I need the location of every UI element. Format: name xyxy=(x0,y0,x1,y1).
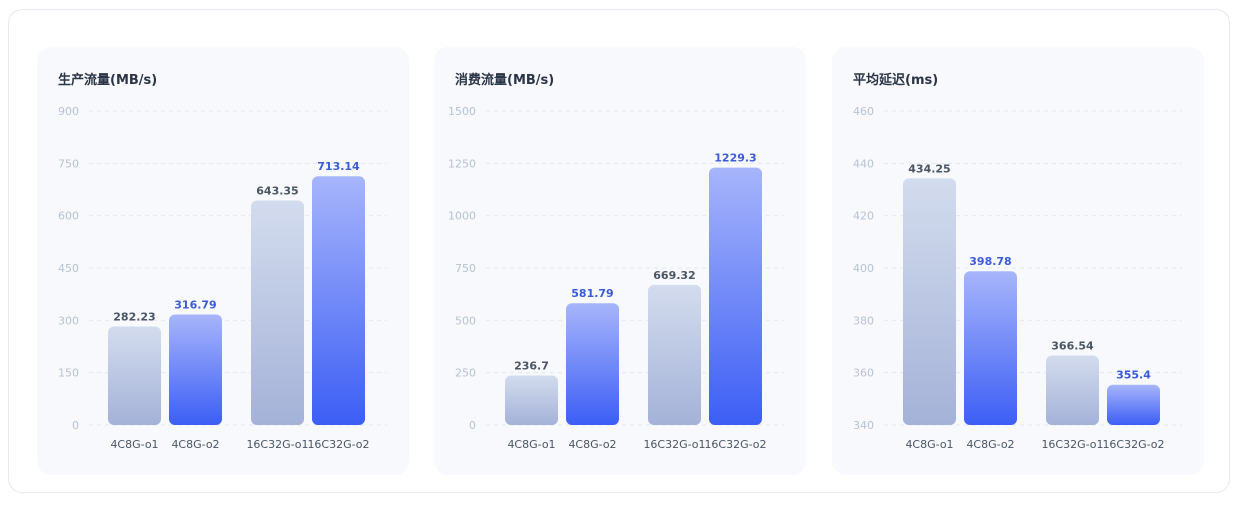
y-tick-label: 1250 xyxy=(448,157,476,170)
y-tick-label: 750 xyxy=(455,262,476,275)
x-tick-label: 4C8G-o1 xyxy=(110,438,158,451)
y-tick-label: 420 xyxy=(853,210,874,223)
chart-produce-throughput: 0 150 300 450 600 750 900 282.23 4C8G-o1 316.79 4C… xyxy=(58,105,387,451)
chart-card-avg-latency: 平均延迟(ms) 340 360 380 400 420 440 460 434.25 4C8G… xyxy=(832,47,1204,475)
y-tick-label: 380 xyxy=(853,314,874,327)
x-tick-label: 16C32G-o2 xyxy=(1102,438,1164,451)
y-tick-label: 0 xyxy=(469,419,476,432)
y-tick-label: 0 xyxy=(72,419,79,432)
x-tick-label: 4C8G-o2 xyxy=(966,438,1014,451)
bar-4c8g-o1[interactable] xyxy=(505,375,558,425)
bar-16c32g-o1[interactable] xyxy=(648,284,701,425)
y-tick-label: 250 xyxy=(455,367,476,380)
chart-card-produce-throughput: 生产流量(MB/s) 0 150 300 450 600 750 900 282.23 4C8G… xyxy=(37,47,409,475)
bar-16c32g-o1[interactable] xyxy=(1046,355,1099,425)
bar-16c32g-o2[interactable] xyxy=(1107,384,1160,425)
x-tick-label: 4C8G-o2 xyxy=(171,438,219,451)
x-tick-label: 4C8G-o1 xyxy=(905,438,953,451)
y-tick-label: 300 xyxy=(58,314,79,327)
x-tick-label: 4C8G-o1 xyxy=(507,438,555,451)
bar-16c32g-o1[interactable] xyxy=(251,200,304,425)
y-tick-label: 360 xyxy=(853,367,874,380)
data-label: 1229.3 xyxy=(714,152,756,165)
data-label: 366.54 xyxy=(1051,340,1094,353)
bar-4c8g-o2[interactable] xyxy=(169,314,222,425)
data-label: 316.79 xyxy=(174,298,216,311)
bar-4c8g-o1[interactable] xyxy=(903,178,956,425)
data-label: 282.23 xyxy=(113,311,155,324)
data-label: 398.78 xyxy=(969,255,1011,268)
x-tick-label: 16C32G-o1 xyxy=(246,438,308,451)
data-label: 669.32 xyxy=(653,269,695,282)
y-tick-label: 1500 xyxy=(448,105,476,118)
y-tick-label: 1000 xyxy=(448,210,476,223)
data-label: 355.4 xyxy=(1116,369,1151,382)
data-label: 713.14 xyxy=(317,160,360,173)
x-tick-label: 16C32G-o2 xyxy=(307,438,369,451)
y-tick-label: 450 xyxy=(58,262,79,275)
x-tick-label: 16C32G-o2 xyxy=(704,438,766,451)
x-tick-label: 16C32G-o1 xyxy=(1041,438,1103,451)
chart-consume-throughput: 0 250 500 750 1000 1250 1500 236.7 4C8G-o1 581.79… xyxy=(448,105,784,451)
charts-panel: 生产流量(MB/s) 0 150 300 450 600 750 900 282.23 4C8G… xyxy=(8,9,1230,493)
y-tick-label: 150 xyxy=(58,367,79,380)
bar-4c8g-o2[interactable] xyxy=(566,303,619,425)
y-tick-label: 600 xyxy=(58,210,79,223)
bar-4c8g-o2[interactable] xyxy=(964,271,1017,425)
data-label: 581.79 xyxy=(571,287,613,300)
x-tick-label: 4C8G-o2 xyxy=(568,438,616,451)
y-tick-label: 440 xyxy=(853,157,874,170)
chart-card-consume-throughput: 消费流量(MB/s) 0 250 500 750 1000 1250 1500 236.7 4C… xyxy=(434,47,806,475)
data-label: 434.25 xyxy=(908,162,950,175)
bar-16c32g-o2[interactable] xyxy=(312,176,365,425)
y-tick-label: 750 xyxy=(58,157,79,170)
bar-4c8g-o1[interactable] xyxy=(108,326,161,425)
data-label: 236.7 xyxy=(514,359,549,372)
bar-16c32g-o2[interactable] xyxy=(709,167,762,425)
y-tick-label: 400 xyxy=(853,262,874,275)
x-tick-label: 16C32G-o1 xyxy=(643,438,705,451)
y-tick-label: 340 xyxy=(853,419,874,432)
chart-avg-latency: 340 360 380 400 420 440 460 434.25 4C8G-o1 398.78… xyxy=(853,105,1182,451)
y-tick-label: 500 xyxy=(455,314,476,327)
y-tick-label: 900 xyxy=(58,105,79,118)
y-tick-label: 460 xyxy=(853,105,874,118)
data-label: 643.35 xyxy=(256,185,298,198)
